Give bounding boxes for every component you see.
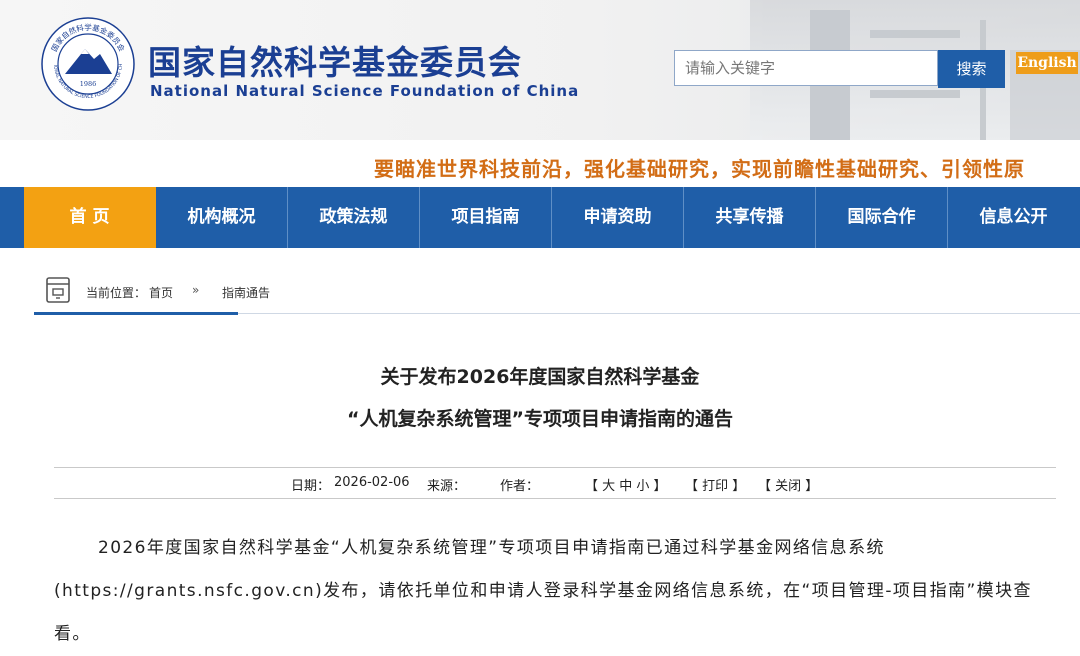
nav-item-guide[interactable]: 项目指南	[420, 187, 552, 248]
meta-divider-top	[54, 467, 1056, 468]
site-title-cn[interactable]: 国家自然科学基金委员会	[148, 36, 522, 84]
date-label: 日期：	[291, 479, 331, 494]
article-title-line1: 关于发布2026年度国家自然科学基金	[380, 366, 700, 388]
print-button[interactable]: 【 打印 】	[685, 475, 745, 494]
english-language-link[interactable]: English	[1016, 52, 1078, 74]
main-nav: 首 页 机构概况 政策法规 项目指南 申请资助 共享传播 国际合作 信息公开	[0, 187, 1080, 248]
nav-item-home[interactable]: 首 页	[24, 187, 156, 248]
nav-item-apply[interactable]: 申请资助	[552, 187, 684, 248]
nav-item-about[interactable]: 机构概况	[156, 187, 288, 248]
meta-divider-bottom	[54, 498, 1056, 499]
nsfc-logo[interactable]: 国家自然科学基金委员会 NATIONAL NATURAL SCIENCE FOU…	[40, 16, 136, 112]
nav-item-policy[interactable]: 政策法规	[288, 187, 420, 248]
logo-year: 1986	[80, 80, 97, 88]
nav-item-info[interactable]: 信息公开	[948, 187, 1079, 248]
breadcrumb-accent-bar	[34, 312, 238, 315]
nav-item-international[interactable]: 国际合作	[816, 187, 948, 248]
source-label: 来源：	[427, 479, 467, 494]
article-body: 2026年度国家自然科学基金“人机复杂系统管理”专项项目申请指南已通过科学基金网…	[54, 538, 1032, 644]
author-label: 作者：	[500, 479, 540, 494]
nav-item-share[interactable]: 共享传播	[684, 187, 816, 248]
site-header: 国家自然科学基金委员会 NATIONAL NATURAL SCIENCE FOU…	[0, 0, 1080, 140]
site-title-en[interactable]: National Natural Science Foundation of C…	[150, 82, 579, 100]
slogan-banner: 要瞄准世界科技前沿，强化基础研究，实现前瞻性基础研究、引领性原	[374, 157, 1025, 181]
font-size-control[interactable]: 【 大 中 小 】	[585, 475, 667, 494]
location-icon	[46, 277, 70, 303]
search-input[interactable]: 请输入关键字	[674, 50, 938, 86]
article-title-line2: “人机复杂系统管理”专项项目申请指南的通告	[347, 408, 733, 430]
search-button[interactable]: 搜索	[938, 50, 1005, 88]
breadcrumb-separator: »	[192, 283, 200, 297]
close-button[interactable]: 【 关闭 】	[758, 475, 818, 494]
breadcrumb-label: 当前位置：	[86, 286, 147, 300]
breadcrumb-home-link[interactable]: 首页	[149, 284, 173, 301]
breadcrumb-current[interactable]: 指南通告	[222, 284, 270, 301]
date-value: 2026-02-06	[334, 475, 410, 490]
